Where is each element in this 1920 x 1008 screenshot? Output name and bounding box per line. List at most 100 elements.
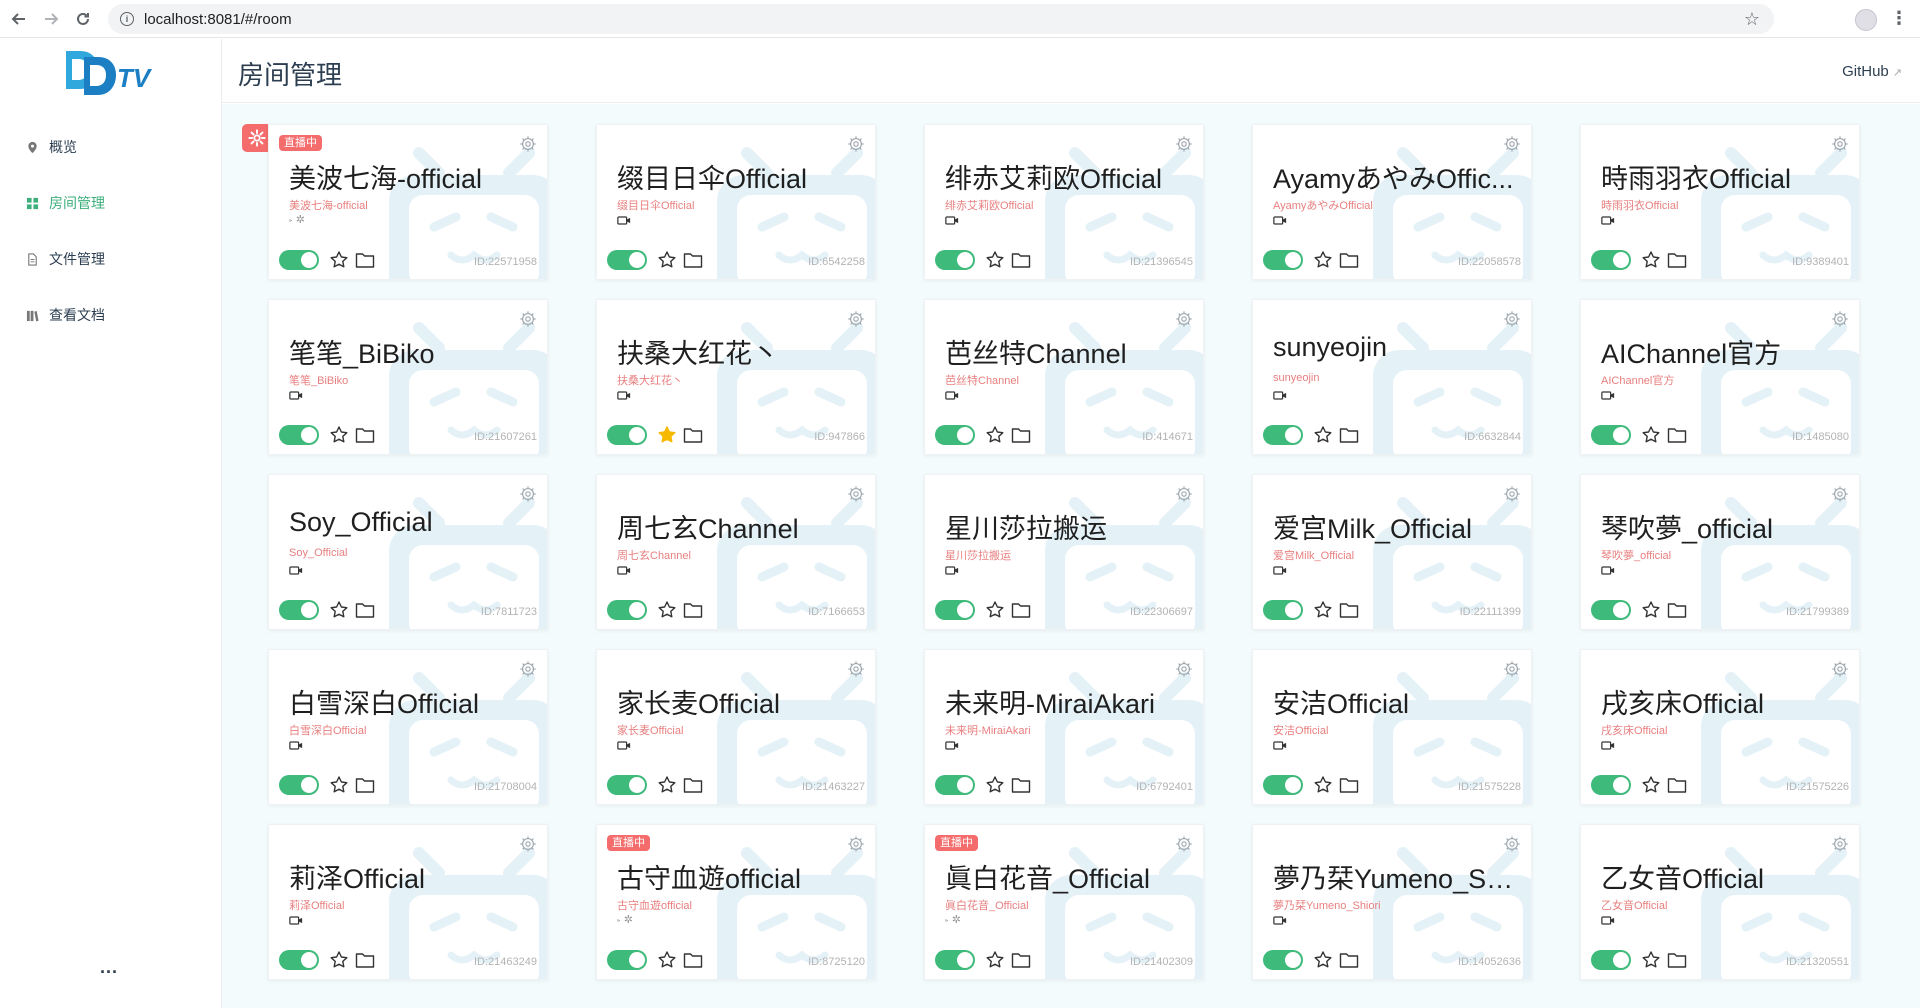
folder-icon[interactable] <box>1339 426 1359 444</box>
record-toggle[interactable] <box>279 250 319 270</box>
star-icon[interactable] <box>985 425 1005 445</box>
record-toggle[interactable] <box>279 950 319 970</box>
gear-icon[interactable] <box>847 485 865 503</box>
gear-icon[interactable] <box>1175 485 1193 503</box>
room-card[interactable]: 家长麦Official 家长麦Official ID:21463227 <box>596 649 876 805</box>
gear-icon[interactable] <box>1503 485 1521 503</box>
star-icon[interactable] <box>329 950 349 970</box>
reload-icon[interactable] <box>70 6 96 32</box>
folder-icon[interactable] <box>1339 951 1359 969</box>
room-card[interactable]: AIChannel官方 AIChannel官方 ID:1485080 <box>1580 299 1860 455</box>
gear-icon[interactable] <box>1175 660 1193 678</box>
url-text[interactable]: localhost:8081/#/room <box>144 11 292 28</box>
gear-icon[interactable] <box>519 660 537 678</box>
record-toggle[interactable] <box>279 425 319 445</box>
folder-icon[interactable] <box>1667 426 1687 444</box>
star-icon[interactable] <box>657 775 677 795</box>
gear-icon[interactable] <box>1831 660 1849 678</box>
room-card[interactable]: 夢乃栞Yumeno_Sh... 夢乃栞Yumeno_Shiori ID:1405… <box>1252 824 1532 980</box>
folder-icon[interactable] <box>355 251 375 269</box>
record-toggle[interactable] <box>935 425 975 445</box>
star-icon[interactable] <box>1641 600 1661 620</box>
gear-icon[interactable] <box>847 135 865 153</box>
folder-icon[interactable] <box>1339 776 1359 794</box>
sidebar-item-file-management[interactable]: 文件管理 <box>0 231 221 287</box>
room-card[interactable]: 安洁Official 安洁Official ID:21575228 <box>1252 649 1532 805</box>
star-icon[interactable] <box>1641 775 1661 795</box>
gear-icon[interactable] <box>519 135 537 153</box>
star-icon[interactable] <box>657 950 677 970</box>
folder-icon[interactable] <box>355 426 375 444</box>
record-toggle[interactable] <box>607 775 647 795</box>
room-card[interactable]: 直播中 美波七海-official 美波七海-official ✲ ID:225… <box>268 124 548 280</box>
gear-icon[interactable] <box>1503 660 1521 678</box>
star-icon[interactable] <box>985 600 1005 620</box>
room-card[interactable]: sunyeojin sunyeojin ID:6632844 <box>1252 299 1532 455</box>
star-icon[interactable] <box>1313 775 1333 795</box>
room-card[interactable]: 白雪深白Official 白雪深白Official ID:21708004 <box>268 649 548 805</box>
record-toggle[interactable] <box>935 775 975 795</box>
browser-menu-icon[interactable]: ⋮ <box>1890 8 1908 29</box>
gear-icon[interactable] <box>519 835 537 853</box>
gear-icon[interactable] <box>1503 835 1521 853</box>
record-toggle[interactable] <box>279 600 319 620</box>
room-card[interactable]: 星川莎拉搬运 星川莎拉搬运 ID:22306697 <box>924 474 1204 630</box>
folder-icon[interactable] <box>1667 251 1687 269</box>
ddtv-logo[interactable]: TV <box>62 49 156 97</box>
gear-icon[interactable] <box>847 660 865 678</box>
star-icon[interactable] <box>1313 250 1333 270</box>
star-icon[interactable] <box>985 775 1005 795</box>
folder-icon[interactable] <box>1011 776 1031 794</box>
gear-icon[interactable] <box>519 485 537 503</box>
star-icon[interactable] <box>329 600 349 620</box>
star-icon[interactable] <box>657 250 677 270</box>
record-toggle[interactable] <box>1263 250 1303 270</box>
star-icon[interactable] <box>1313 600 1333 620</box>
gear-icon[interactable] <box>1831 310 1849 328</box>
back-icon[interactable] <box>6 6 32 32</box>
folder-icon[interactable] <box>1667 951 1687 969</box>
room-card[interactable]: 時雨羽衣Official 時雨羽衣Official ID:9389401 <box>1580 124 1860 280</box>
folder-icon[interactable] <box>355 951 375 969</box>
star-icon[interactable] <box>329 775 349 795</box>
star-icon[interactable] <box>985 250 1005 270</box>
bookmark-star-icon[interactable]: ☆ <box>1744 9 1760 30</box>
room-card[interactable]: 芭丝特Channel 芭丝特Channel ID:414671 <box>924 299 1204 455</box>
star-icon[interactable] <box>985 950 1005 970</box>
gear-icon[interactable] <box>1831 835 1849 853</box>
info-icon[interactable]: i <box>120 12 134 26</box>
room-card[interactable]: AyamyあやみOffic... AyamyあやみOfficial ID:220… <box>1252 124 1532 280</box>
room-card[interactable]: 周七玄Channel 周七玄Channel ID:7166653 <box>596 474 876 630</box>
gear-icon[interactable] <box>1175 835 1193 853</box>
github-link[interactable]: GitHub ↗ <box>1842 63 1902 80</box>
room-card[interactable]: 直播中 眞白花音_Official 眞白花音_Official ✲ ID:214… <box>924 824 1204 980</box>
star-icon[interactable] <box>1641 425 1661 445</box>
folder-icon[interactable] <box>1011 251 1031 269</box>
record-toggle[interactable] <box>1591 775 1631 795</box>
room-card[interactable]: 莉泽Official 莉泽Official ID:21463249 <box>268 824 548 980</box>
folder-icon[interactable] <box>683 951 703 969</box>
star-icon[interactable] <box>1313 425 1333 445</box>
sidebar-item-room-management[interactable]: 房间管理 <box>0 175 221 231</box>
star-icon[interactable] <box>657 600 677 620</box>
gear-icon[interactable] <box>1175 310 1193 328</box>
sidebar-item-docs[interactable]: 查看文档 <box>0 287 221 343</box>
record-toggle[interactable] <box>607 600 647 620</box>
room-card[interactable]: 未来明-MiraiAkari 未来明-MiraiAkari ID:6792401 <box>924 649 1204 805</box>
gear-icon[interactable] <box>1831 135 1849 153</box>
star-icon[interactable] <box>1641 250 1661 270</box>
record-toggle[interactable] <box>1591 425 1631 445</box>
gear-icon[interactable] <box>519 310 537 328</box>
folder-icon[interactable] <box>355 776 375 794</box>
folder-icon[interactable] <box>683 426 703 444</box>
record-toggle[interactable] <box>1263 775 1303 795</box>
star-icon[interactable] <box>329 425 349 445</box>
folder-icon[interactable] <box>1667 776 1687 794</box>
folder-icon[interactable] <box>1339 601 1359 619</box>
folder-icon[interactable] <box>1011 951 1031 969</box>
profile-avatar[interactable] <box>1855 9 1877 31</box>
record-toggle[interactable] <box>1263 950 1303 970</box>
room-card[interactable]: 琴吹夢_official 琴吹夢_official ID:21799389 <box>1580 474 1860 630</box>
room-card[interactable]: 戌亥床Official 戌亥床Official ID:21575226 <box>1580 649 1860 805</box>
star-icon[interactable] <box>657 425 677 445</box>
